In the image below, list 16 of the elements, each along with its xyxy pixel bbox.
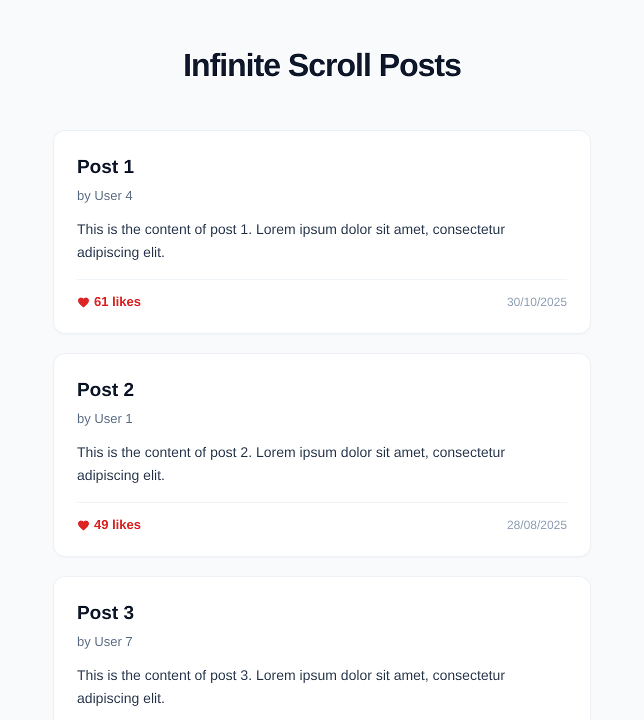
like-count: 49 likes <box>94 516 141 534</box>
post-author: by User 7 <box>77 633 134 651</box>
page-title: Infinite Scroll Posts <box>182 46 462 85</box>
post-author: by User 4 <box>77 187 134 205</box>
post-date: 30/10/2025 <box>506 294 567 311</box>
post-content: This is the content of post 2. Lorem ipsum dolor sit amet, consectetur adipiscing elit. <box>77 443 506 485</box>
heart-icon <box>77 296 90 308</box>
post-author: by User 1 <box>77 410 134 428</box>
post-title: Post 1 <box>77 156 136 180</box>
post-title: Post 3 <box>77 602 136 626</box>
like-count: 61 likes <box>94 293 141 311</box>
post-title: Post 2 <box>77 379 136 403</box>
post-content: This is the content of post 1. Lorem ipsum dolor sit amet, consectetur adipiscing elit. <box>77 220 506 262</box>
post-content: This is the content of post 3. Lorem ipsum dolor sit amet, consectetur adipiscing elit. <box>77 666 506 708</box>
post-date: 28/08/2025 <box>506 517 567 534</box>
heart-icon <box>77 518 90 532</box>
